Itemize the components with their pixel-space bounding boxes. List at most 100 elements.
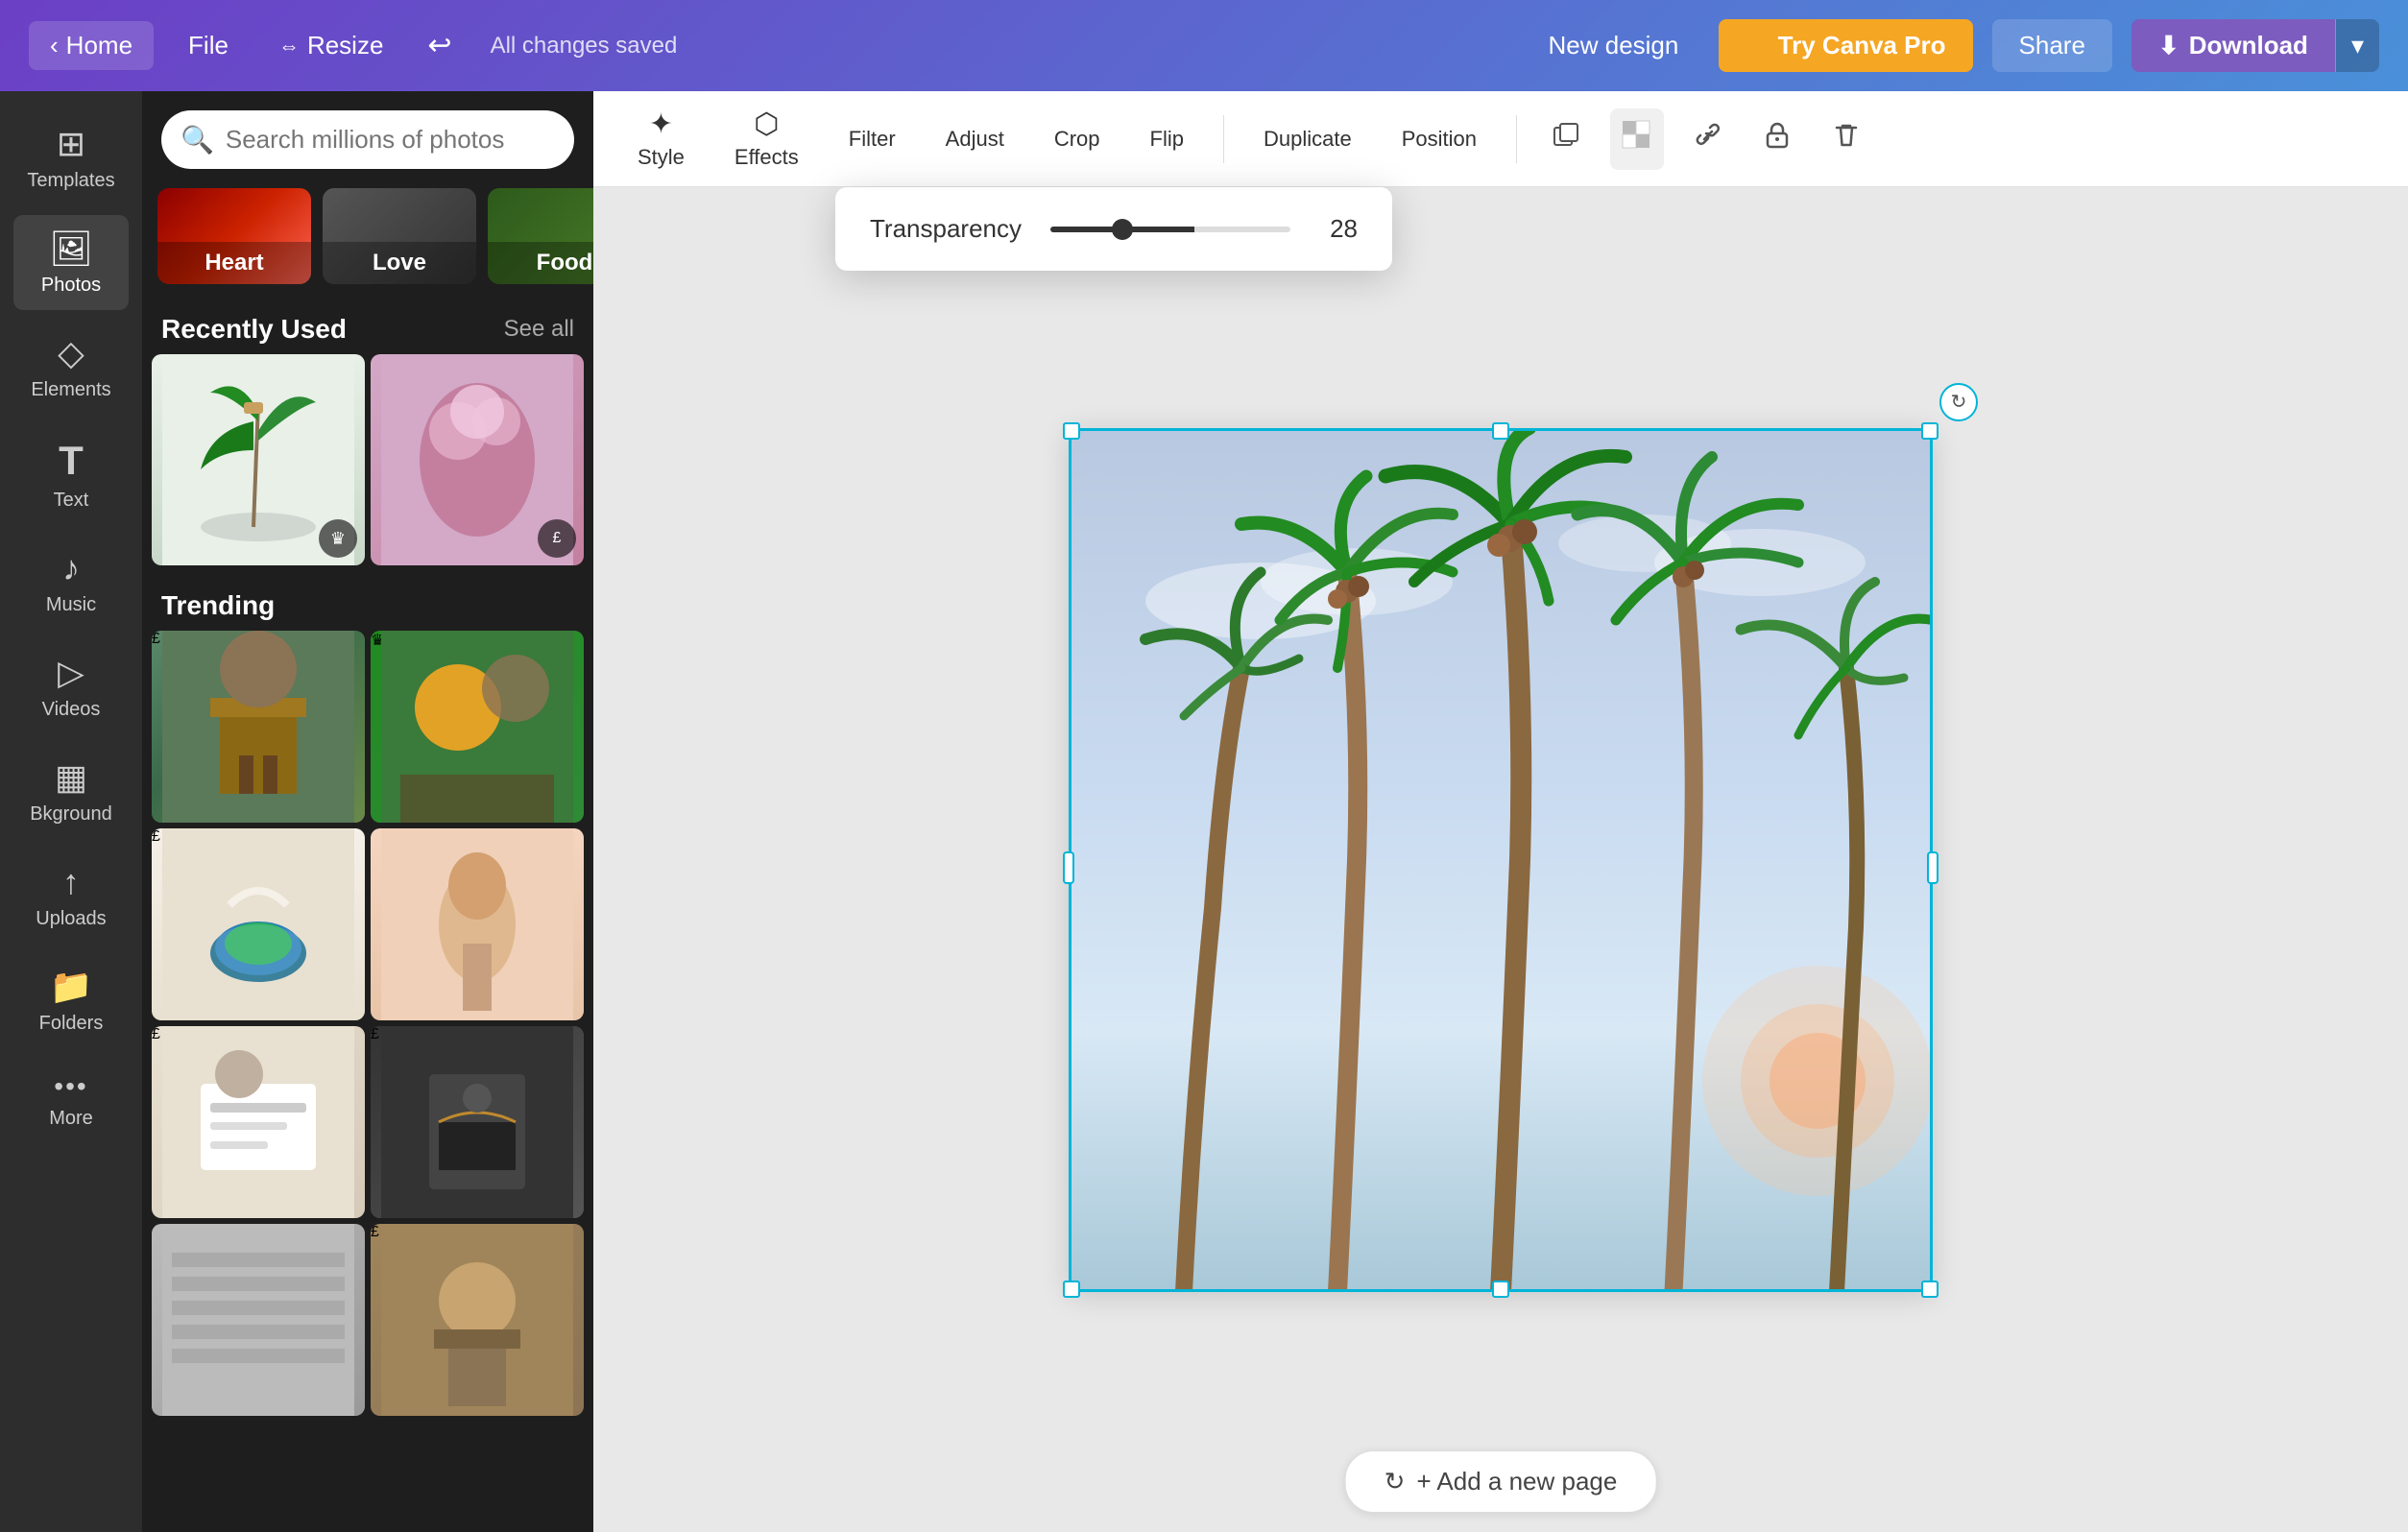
link-button[interactable] — [1683, 110, 1733, 168]
sidebar-item-photos[interactable]: 🖼 Photos — [13, 215, 129, 310]
trending-header: Trending — [142, 575, 593, 631]
music-icon: ♪ — [62, 548, 80, 588]
download-button[interactable]: ⬇ Download — [2131, 19, 2335, 72]
crown-icon: ♛ — [1746, 31, 1768, 60]
style-button[interactable]: ✦ Style — [622, 98, 700, 180]
add-page-label: + Add a new page — [1416, 1467, 1617, 1496]
canvas-image[interactable] — [1069, 428, 1933, 1292]
background-icon: ▦ — [55, 757, 87, 798]
music-label: Music — [46, 594, 96, 616]
download-dropdown-button[interactable]: ▾ — [2335, 19, 2379, 72]
trending-photo-5[interactable]: £ — [152, 1026, 365, 1218]
recent-photo-2[interactable]: £ — [371, 354, 584, 565]
resize-label: Resize — [307, 31, 383, 60]
videos-label: Videos — [42, 699, 101, 721]
photos-panel: 🔍 Heart Love Food › Recently Used See al… — [142, 91, 593, 1532]
sidebar-item-videos[interactable]: ▷ Videos — [13, 639, 129, 734]
trending-photo-2[interactable]: ♛ — [371, 631, 584, 823]
toolbar-divider-2 — [1516, 115, 1517, 163]
trending-photo-7[interactable] — [152, 1224, 365, 1416]
resize-button[interactable]: ⇔ Resize — [263, 21, 398, 70]
share-label: Share — [2019, 31, 2085, 60]
templates-icon: ⊞ — [57, 124, 85, 164]
sidebar-item-uploads[interactable]: ↑ Uploads — [13, 849, 129, 944]
toolbar-divider — [1223, 115, 1224, 163]
file-label: File — [188, 31, 229, 60]
sidebar-item-elements[interactable]: ◇ Elements — [13, 320, 129, 415]
templates-label: Templates — [27, 170, 114, 192]
category-food[interactable]: Food — [488, 188, 593, 284]
trending-photo-3[interactable]: £ — [152, 828, 365, 1020]
transparency-label: Transparency — [870, 214, 1022, 244]
transparency-slider[interactable] — [1050, 227, 1290, 232]
share-button[interactable]: Share — [1992, 19, 2112, 72]
heart-label: Heart — [157, 242, 311, 284]
uploads-label: Uploads — [36, 908, 106, 930]
left-sidebar: ⊞ Templates 🖼 Photos ◇ Elements T Text ♪… — [0, 91, 142, 1532]
sidebar-item-text[interactable]: T Text — [13, 424, 129, 525]
adjust-button[interactable]: Adjust — [930, 117, 1020, 161]
delete-button[interactable] — [1821, 110, 1871, 168]
effects-button[interactable]: ⬡ Effects — [719, 98, 814, 180]
photos-label: Photos — [41, 275, 101, 297]
love-label: Love — [323, 242, 476, 284]
download-group: ⬇ Download ▾ — [2131, 19, 2379, 72]
duplicate-button[interactable]: Duplicate — [1248, 117, 1367, 161]
trending-photo-4[interactable] — [371, 828, 584, 1020]
canvas-area: ↻ ↻ + Add a new page — [593, 187, 2408, 1532]
effects-icon: ⬡ — [754, 108, 779, 141]
recent-photo-1[interactable]: ♛ — [152, 354, 365, 565]
crop-button[interactable]: Crop — [1039, 117, 1116, 161]
trending-row-1: £ ♛ — [152, 631, 584, 823]
add-page-button[interactable]: ↻ + Add a new page — [1345, 1450, 1657, 1513]
new-design-button[interactable]: New design — [1528, 21, 1700, 70]
transparency-button[interactable] — [1610, 108, 1664, 170]
effects-label: Effects — [734, 145, 799, 170]
top-navigation: ‹ Home File ⇔ Resize ↩ All changes saved… — [0, 0, 2408, 91]
sidebar-item-background[interactable]: ▦ Bkground — [13, 744, 129, 839]
trending-photo-8[interactable]: £ — [371, 1224, 584, 1416]
sidebar-item-templates[interactable]: ⊞ Templates — [13, 110, 129, 205]
sidebar-item-folders[interactable]: 📁 Folders — [13, 953, 129, 1048]
videos-icon: ▷ — [58, 653, 84, 693]
folders-icon: 📁 — [50, 967, 93, 1007]
folders-label: Folders — [39, 1013, 104, 1035]
lock-button[interactable] — [1752, 110, 1802, 168]
auto-save-status: All changes saved — [491, 33, 678, 60]
trending-photo-6[interactable]: £ — [371, 1026, 584, 1218]
recently-used-header: Recently Used See all — [142, 299, 593, 354]
try-pro-button[interactable]: ♛ Try Canva Pro — [1719, 19, 1972, 72]
rotate-handle[interactable]: ↻ — [1939, 383, 1978, 421]
try-pro-label: Try Canva Pro — [1778, 31, 1946, 60]
filter-button[interactable]: Filter — [833, 117, 911, 161]
canvas-inner: ↻ — [593, 187, 2408, 1532]
search-input[interactable] — [226, 125, 555, 155]
uploads-icon: ↑ — [62, 862, 80, 902]
category-love[interactable]: Love — [323, 188, 476, 284]
recently-used-title: Recently Used — [161, 314, 347, 345]
search-input-wrapper: 🔍 — [161, 110, 574, 169]
background-label: Bkground — [30, 803, 112, 826]
copy-format-button[interactable] — [1541, 110, 1591, 168]
download-label: Download — [2189, 31, 2308, 60]
recently-used-grid: ♛ £ — [142, 354, 593, 575]
sidebar-item-more[interactable]: ••• More — [13, 1058, 129, 1143]
elements-label: Elements — [31, 379, 110, 401]
duplicate-label: Duplicate — [1264, 127, 1352, 152]
design-canvas[interactable]: ↻ — [1069, 428, 1933, 1292]
position-label: Position — [1402, 127, 1477, 152]
sidebar-item-music[interactable]: ♪ Music — [13, 535, 129, 630]
trending-section: £ ♛ — [142, 631, 593, 1416]
category-heart[interactable]: Heart — [157, 188, 311, 284]
file-button[interactable]: File — [173, 21, 244, 70]
position-button[interactable]: Position — [1386, 117, 1492, 161]
hide-panel-button[interactable]: ‹ — [591, 778, 593, 846]
home-label: Home — [66, 31, 132, 60]
undo-button[interactable]: ↩ — [418, 19, 461, 72]
elements-icon: ◇ — [58, 333, 84, 373]
trending-photo-1[interactable]: £ — [152, 631, 365, 823]
crop-label: Crop — [1054, 127, 1100, 152]
home-button[interactable]: ‹ Home — [29, 21, 154, 70]
see-all-button[interactable]: See all — [504, 316, 574, 343]
flip-button[interactable]: Flip — [1135, 117, 1199, 161]
